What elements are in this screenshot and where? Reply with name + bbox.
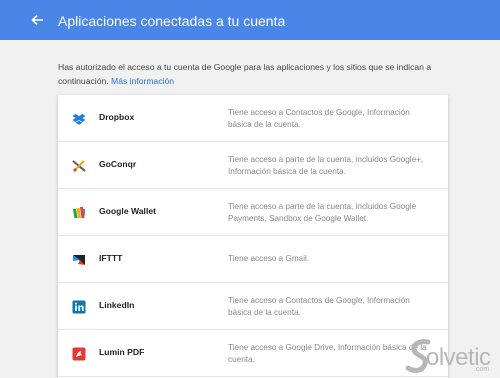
app-row-ifttt[interactable]: IFTTT Tiene acceso a Gmail. — [58, 236, 448, 283]
more-info-link[interactable]: Más información — [111, 76, 174, 86]
app-name: IFTTT — [99, 253, 123, 263]
app-row-linkedin[interactable]: LinkedIn Tiene acceso a Contactos de Goo… — [58, 283, 448, 330]
app-name: Dropbox — [99, 112, 135, 122]
arrow-back-icon[interactable] — [26, 9, 48, 31]
dropbox-icon — [72, 112, 86, 126]
ifttt-icon — [72, 253, 86, 267]
lumin-pdf-icon — [72, 347, 86, 361]
app-name: Google Wallet — [99, 206, 156, 216]
app-row-google-wallet[interactable]: Google Wallet Tiene acceso a parte de la… — [58, 189, 448, 236]
app-access-description: Tiene acceso a parte de la cuenta, inclu… — [228, 155, 424, 176]
app-name: LinkedIn — [99, 300, 135, 310]
app-access-description: Tiene acceso a parte de la cuenta, inclu… — [228, 202, 417, 223]
app-access-description: Tiene acceso a Contactos de Google, Info… — [228, 296, 410, 317]
app-row-lumin-pdf[interactable]: Lumin PDF Tiene acceso a Google Drive, I… — [58, 330, 448, 377]
google-wallet-icon — [72, 206, 86, 220]
top-app-bar: Aplicaciones conectadas a tu cuenta — [0, 0, 500, 40]
app-row-goconqr[interactable]: GoConqr Tiene acceso a parte de la cuent… — [58, 142, 448, 189]
intro-text: Has autorizado el acceso a tu cuenta de … — [58, 60, 448, 88]
app-name: GoConqr — [99, 159, 137, 169]
app-access-description: Tiene acceso a Gmail. — [228, 254, 310, 263]
goconqr-icon — [72, 159, 86, 173]
connected-apps-list: Dropbox Tiene acceso a Contactos de Goog… — [58, 95, 448, 378]
watermark-domain: .com — [474, 366, 490, 373]
app-name: Lumin PDF — [99, 347, 145, 357]
app-row-dropbox[interactable]: Dropbox Tiene acceso a Contactos de Goog… — [58, 95, 448, 142]
linkedin-icon — [72, 300, 86, 314]
page-title: Aplicaciones conectadas a tu cuenta — [58, 13, 286, 29]
app-access-description: Tiene acceso a Contactos de Google, Info… — [228, 108, 410, 129]
